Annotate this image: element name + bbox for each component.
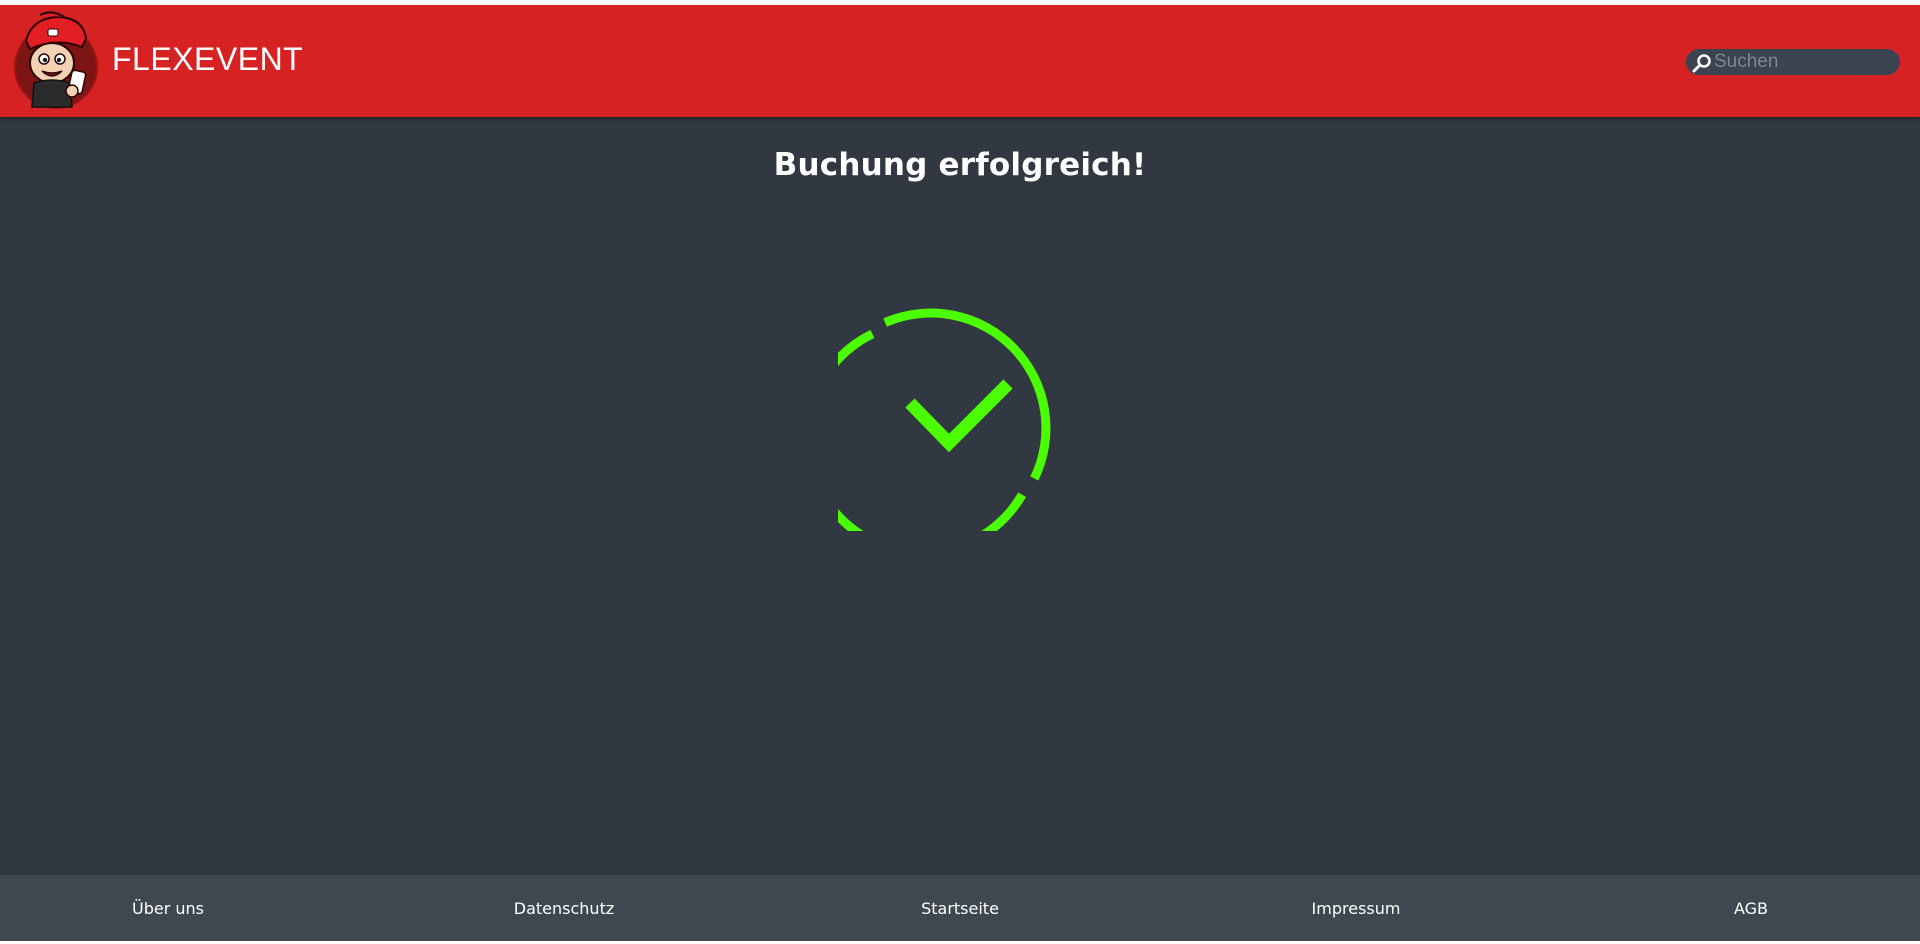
- search-icon[interactable]: [1692, 53, 1712, 73]
- logo-link[interactable]: [12, 11, 100, 111]
- page-title: Buchung erfolgreich!: [773, 147, 1147, 183]
- site-header: FLEXEVENT: [0, 5, 1920, 117]
- footer-link-ueber-uns[interactable]: Über uns: [132, 899, 204, 918]
- search-input[interactable]: [1714, 49, 1894, 75]
- footer-link-datenschutz[interactable]: Datenschutz: [514, 899, 614, 918]
- mascot-logo-icon: [14, 11, 98, 109]
- success-check-icon: [838, 308, 1051, 531]
- brand-name[interactable]: FLEXEVENT: [112, 41, 303, 78]
- search-box[interactable]: [1686, 49, 1900, 75]
- footer-link-startseite[interactable]: Startseite: [921, 899, 999, 918]
- site-footer: Über uns Datenschutz Startseite Impressu…: [0, 875, 1920, 941]
- main-content: Buchung erfolgreich!: [0, 117, 1920, 875]
- footer-link-impressum[interactable]: Impressum: [1312, 899, 1401, 918]
- footer-link-agb[interactable]: AGB: [1734, 899, 1768, 918]
